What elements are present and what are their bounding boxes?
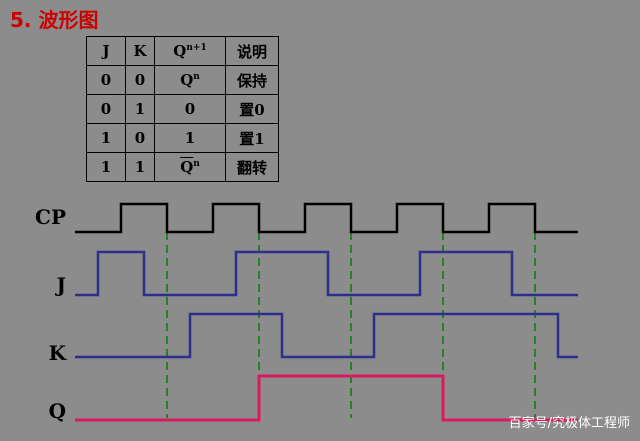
signal-label-j: J <box>55 273 66 297</box>
waveform-q <box>75 374 578 422</box>
waveform-cp <box>75 202 578 234</box>
watermark: 百家号/究极体工程师 <box>508 416 630 431</box>
waveform-j <box>75 250 578 297</box>
signal-label-k: K <box>49 341 67 365</box>
waveform-k <box>75 312 578 359</box>
signal-label-cp: CP <box>35 205 66 229</box>
timing-diagram: CP J K Q <box>35 202 578 423</box>
signal-label-q: Q <box>49 399 66 423</box>
